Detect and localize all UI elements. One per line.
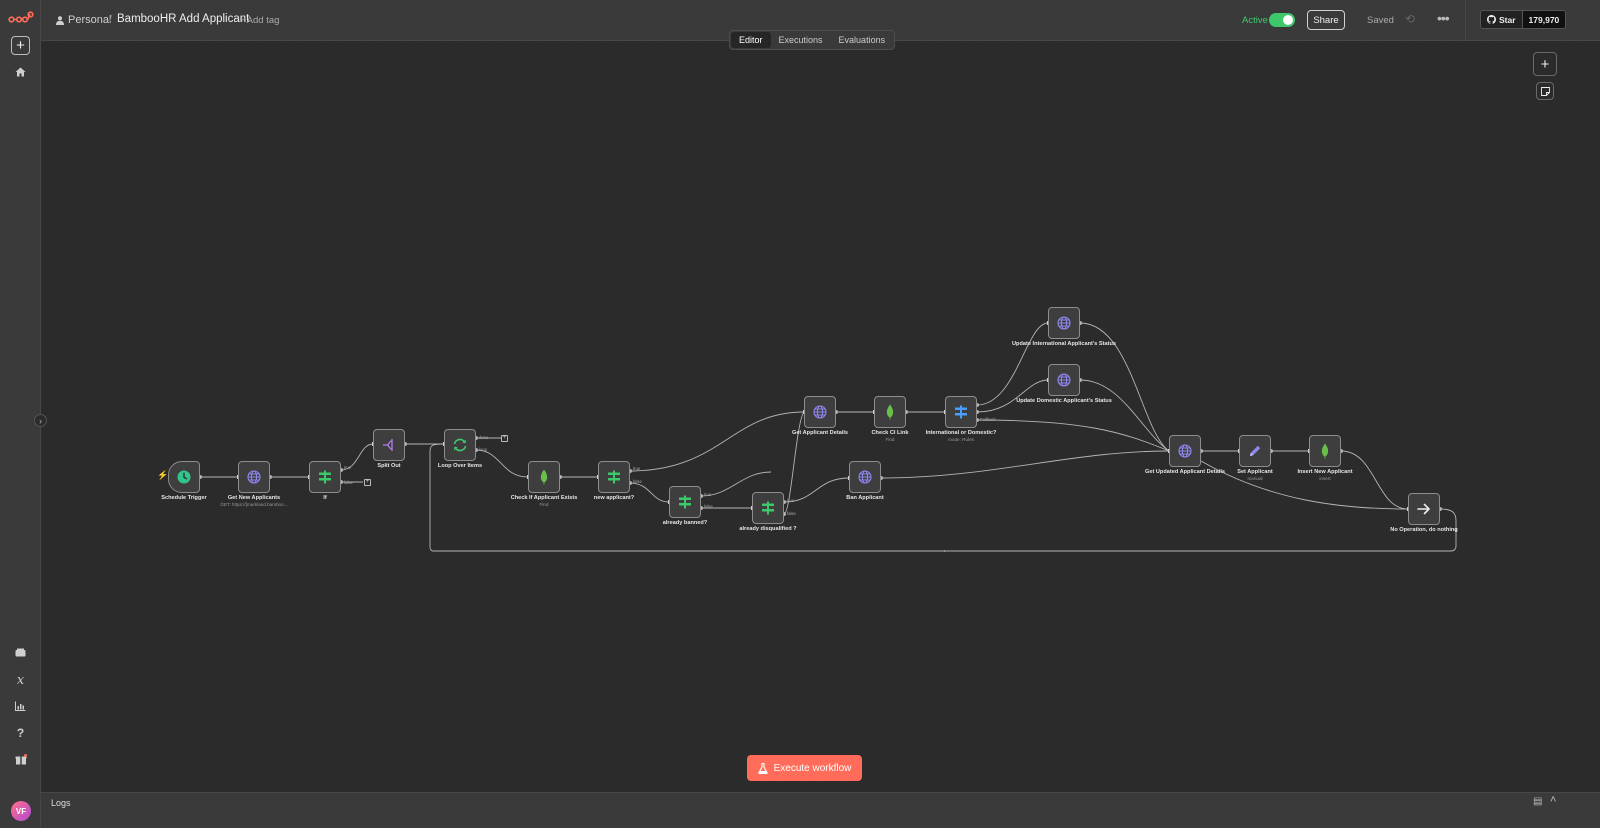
mongodb-icon: [1321, 443, 1329, 459]
node-label: already disqualified ?: [739, 526, 797, 532]
if-icon: [319, 470, 331, 484]
node-subtitle: mode: Rules: [948, 437, 974, 442]
add-node-plus-icon[interactable]: +: [364, 479, 371, 486]
node-get-new-applicants[interactable]: [238, 461, 270, 493]
create-new-button[interactable]: +: [11, 36, 30, 55]
history-icon[interactable]: ⟲: [1405, 12, 1415, 26]
pencil-icon: [1250, 445, 1261, 456]
node-schedule-trigger[interactable]: [168, 461, 200, 493]
variables-icon[interactable]: 𝑥: [0, 668, 41, 692]
node-get-applicant-details[interactable]: [804, 396, 836, 428]
github-icon: [1487, 15, 1496, 24]
logs-label: Logs: [51, 798, 71, 808]
split-icon: [383, 439, 393, 451]
node-no-operation[interactable]: [1408, 493, 1440, 525]
tab-executions[interactable]: Executions: [771, 32, 831, 48]
home-icon[interactable]: [0, 60, 41, 84]
trigger-bolt-icon: ⚡: [157, 470, 169, 480]
github-star-count: 179,970: [1521, 11, 1566, 28]
left-sidebar: + › 𝑥 ? VF: [0, 0, 47, 828]
chevron-up-icon[interactable]: ˄: [1550, 794, 1556, 806]
node-subtitle: insert: [1319, 476, 1331, 481]
n8n-editor: + › 𝑥 ? VF Personal / BambooHR Add Appli…: [0, 0, 1600, 828]
node-label: Update International Applicant's Status: [1012, 341, 1116, 347]
node-label: Insert New Applicant: [1297, 469, 1353, 475]
if-icon: [608, 470, 620, 484]
node-set-applicant[interactable]: [1239, 435, 1271, 467]
view-tabs: Editor Executions Evaluations: [729, 30, 896, 50]
execute-workflow-button[interactable]: Execute workflow: [747, 755, 862, 781]
mongodb-icon: [886, 404, 894, 420]
user-avatar[interactable]: VF: [11, 801, 31, 821]
tab-evaluations[interactable]: Evaluations: [831, 32, 894, 48]
logs-panel-bar[interactable]: Logs ▤ ˄: [41, 792, 1600, 828]
help-icon[interactable]: ?: [0, 721, 41, 745]
globe-icon: [247, 470, 261, 484]
switch-icon: [955, 405, 967, 419]
user-icon: [56, 15, 64, 25]
tab-editor[interactable]: Editor: [731, 32, 771, 48]
node-update-international-status[interactable]: [1048, 307, 1080, 339]
node-get-updated-applicant-details[interactable]: [1169, 435, 1201, 467]
node-check-cv-link[interactable]: [874, 396, 906, 428]
workflow-canvas[interactable]: + ⚡ Schedule Trigger Get New Applicants …: [41, 41, 1600, 822]
templates-icon[interactable]: [0, 640, 41, 664]
node-label: No Operation, do nothing: [1390, 527, 1458, 533]
node-check-if-applicant-exists[interactable]: [528, 461, 560, 493]
active-toggle[interactable]: [1269, 13, 1295, 27]
sticky-note-icon: [1540, 86, 1550, 96]
add-node-plus-icon[interactable]: +: [501, 435, 508, 442]
node-label: Ban Applicant: [846, 495, 884, 501]
whats-new-gift-icon[interactable]: [0, 747, 41, 771]
node-label: International or Domestic?: [925, 430, 997, 436]
if-icon: [679, 495, 691, 509]
if-icon: [762, 501, 774, 515]
node-split-out[interactable]: [373, 429, 405, 461]
n8n-logo-icon[interactable]: [0, 6, 41, 30]
node-label: Loop Over Items: [437, 463, 483, 469]
workflow-title[interactable]: BambooHR Add Applicant: [117, 13, 249, 25]
project-breadcrumb[interactable]: Personal: [56, 14, 111, 26]
node-already-banned[interactable]: [669, 486, 701, 518]
more-options-icon[interactable]: •••: [1437, 10, 1450, 26]
globe-icon: [1057, 373, 1071, 387]
github-area: Star 179,970: [1465, 0, 1600, 41]
node-subtitle: Find: [539, 502, 549, 507]
node-label: Update Domestic Applicant's Status: [1016, 398, 1112, 404]
share-button[interactable]: Share: [1307, 10, 1345, 30]
add-node-button[interactable]: +: [1533, 52, 1557, 76]
insights-icon[interactable]: [0, 694, 41, 718]
add-tag-button[interactable]: + Add tag: [239, 15, 279, 26]
globe-icon: [813, 405, 827, 419]
breadcrumb-separator: /: [109, 12, 113, 26]
mongodb-icon: [540, 469, 548, 485]
node-international-or-domestic[interactable]: [945, 396, 977, 428]
node-already-disqualified[interactable]: [752, 492, 784, 524]
clock-icon: [177, 470, 191, 484]
add-sticky-note-button[interactable]: [1536, 82, 1554, 100]
arrow-right-icon: [1417, 503, 1430, 515]
node-loop-over-items[interactable]: [444, 429, 476, 461]
node-subtitle: GET: https://[markland.bamboo...: [220, 502, 288, 507]
node-label: new applicant?: [593, 495, 635, 501]
node-update-domestic-status[interactable]: [1048, 364, 1080, 396]
node-ban-applicant[interactable]: [849, 461, 881, 493]
panel-layout-icon[interactable]: ▤: [1533, 796, 1542, 807]
node-new-applicant[interactable]: [598, 461, 630, 493]
flask-icon: [757, 762, 768, 774]
globe-icon: [858, 470, 872, 484]
node-label: If: [323, 495, 327, 501]
saved-status: Saved: [1367, 15, 1394, 26]
active-label: Active: [1242, 15, 1268, 26]
globe-icon: [1057, 316, 1071, 330]
project-name: Personal: [68, 14, 112, 26]
loop-icon: [453, 438, 467, 452]
globe-icon: [1178, 444, 1192, 458]
expand-sidebar-icon[interactable]: ›: [34, 414, 47, 427]
github-star-button[interactable]: Star 179,970: [1480, 10, 1567, 29]
node-insert-new-applicant[interactable]: [1309, 435, 1341, 467]
